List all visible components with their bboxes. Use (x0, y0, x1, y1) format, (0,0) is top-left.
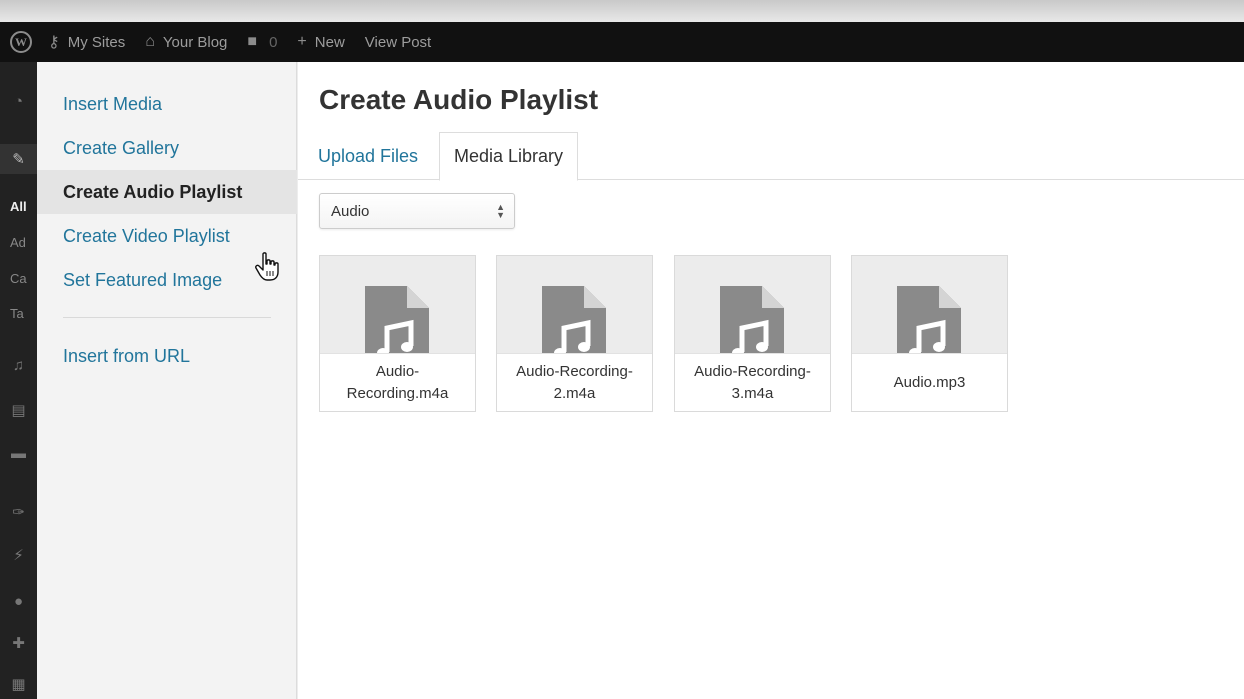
home-icon: ⌂ (145, 33, 155, 50)
media-type-filter-select[interactable]: Audio ▲ ▼ (319, 193, 515, 229)
attachment-tile[interactable]: Audio-Recording-2.m4a (496, 255, 653, 412)
attachment-filename: Audio.mp3 (852, 353, 1007, 411)
comments-link[interactable]: ■ 0 (247, 33, 277, 51)
my-sites-link[interactable]: ⚷ My Sites (48, 32, 125, 52)
tab-upload-files[interactable]: Upload Files (304, 132, 432, 180)
attachment-tile[interactable]: Audio-Recording-3.m4a (674, 255, 831, 412)
attachment-filename: Audio-Recording-2.m4a (497, 353, 652, 411)
new-label: New (314, 33, 345, 51)
menu-item-insert-from-url[interactable]: Insert from URL (37, 334, 297, 378)
admin-bar: W ⚷ My Sites ⌂ Your Blog ■ 0 + New View … (0, 22, 1244, 62)
view-post-label: View Post (364, 33, 432, 51)
menu-separator (63, 317, 271, 318)
filter-selected-value: Audio (331, 202, 370, 220)
attachment-tile[interactable]: Audio.mp3 (851, 255, 1008, 412)
plugins-icon[interactable]: ⚡ (0, 540, 37, 570)
pages-icon[interactable]: ▤ (0, 395, 37, 425)
wordpress-logo-icon[interactable]: W (10, 31, 32, 53)
comments-count: 0 (269, 33, 278, 51)
media-router-tabs: Upload Files Media Library (298, 132, 1244, 181)
settings-icon[interactable]: ▦ (0, 669, 37, 699)
attachment-filename: Audio-Recording.m4a (320, 353, 475, 411)
media-frame-content: Create Audio Playlist Upload Files Media… (298, 62, 1244, 699)
admin-sidebar: ◔ ✎ All Ad Ca Ta ♫ ▤ ▬ ✑ ⚡ ● ✚ ▦ (0, 62, 37, 699)
tools-icon[interactable]: ✚ (0, 628, 37, 658)
posts-pin-icon[interactable]: ✎ (0, 144, 37, 174)
plus-icon: + (297, 33, 307, 50)
sidebar-sub-item-tags[interactable]: Ta (10, 306, 24, 321)
page-title: Create Audio Playlist (319, 84, 599, 115)
sidebar-sub-item-all[interactable]: All (10, 199, 27, 214)
sidebar-sub-item-categories[interactable]: Ca (10, 271, 27, 286)
attachment-tile[interactable]: Audio-Recording.m4a (319, 255, 476, 412)
my-sites-label: My Sites (67, 33, 126, 51)
dashboard-icon[interactable]: ◔ (0, 86, 37, 116)
media-icon[interactable]: ♫ (0, 350, 37, 380)
new-content-link[interactable]: + New (297, 33, 344, 51)
your-blog-link[interactable]: ⌂ Your Blog (145, 33, 227, 51)
appearance-icon[interactable]: ✑ (0, 497, 37, 527)
attachment-filename: Audio-Recording-3.m4a (675, 353, 830, 411)
menu-item-create-gallery[interactable]: Create Gallery (37, 126, 297, 170)
key-icon: ⚷ (48, 34, 60, 51)
your-blog-label: Your Blog (162, 33, 228, 51)
users-icon[interactable]: ● (0, 586, 37, 616)
view-post-link[interactable]: View Post (365, 34, 431, 51)
menu-item-create-audio-playlist[interactable]: Create Audio Playlist (37, 170, 297, 214)
hand-pointer-cursor-icon (255, 252, 279, 281)
tab-media-library[interactable]: Media Library (439, 132, 579, 181)
menu-item-insert-media[interactable]: Insert Media (37, 82, 297, 126)
comment-bubble-icon: ■ (247, 33, 258, 50)
comments-icon[interactable]: ▬ (0, 438, 37, 468)
window-top-edge (0, 0, 1244, 22)
media-modal-menu: Insert Media Create Gallery Create Audio… (37, 62, 297, 699)
select-arrows-icon: ▲ ▼ (496, 202, 505, 220)
sidebar-sub-item-add[interactable]: Ad (10, 235, 26, 250)
